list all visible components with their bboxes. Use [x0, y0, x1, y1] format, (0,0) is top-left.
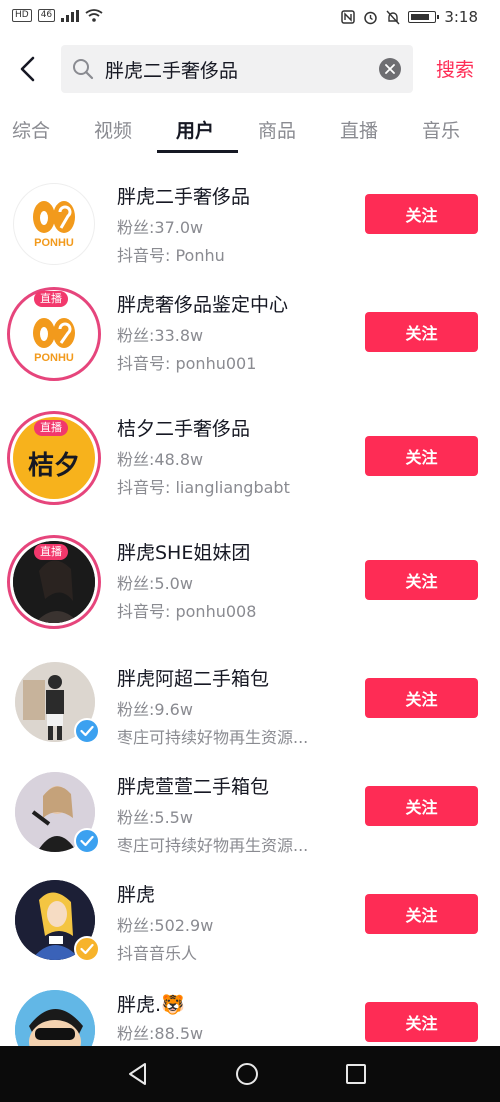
follow-button[interactable]: 关注 [365, 312, 478, 352]
tab-videos[interactable]: 视频 [94, 116, 132, 143]
check-icon [80, 725, 94, 737]
verified-badge [74, 936, 100, 962]
user-description: 枣庄可持续好物再生资源... [117, 728, 309, 747]
battery-icon [408, 11, 440, 23]
check-icon [80, 835, 94, 847]
follow-button[interactable]: 关注 [365, 786, 478, 826]
system-nav-bar [0, 1046, 500, 1102]
user-fans: 粉丝:37.0w [117, 218, 204, 237]
verified-badge [74, 828, 100, 854]
chevron-left-icon [20, 56, 35, 82]
network-badge: 46 [37, 9, 56, 22]
follow-button[interactable]: 关注 [365, 194, 478, 234]
user-name: 胖虎 [117, 884, 156, 906]
result-tabs: 综合 视频 用户 商品 直播 音乐 [0, 110, 500, 154]
search-icon [73, 59, 94, 80]
search-header: 搜索 [0, 43, 500, 95]
follow-button[interactable]: 关注 [365, 1002, 478, 1042]
back-button[interactable] [10, 51, 46, 87]
tab-live[interactable]: 直播 [340, 116, 378, 143]
circle-home-icon [236, 1063, 258, 1085]
user-fans: 粉丝:9.6w [117, 700, 193, 719]
user-name: 桔夕二手奢侈品 [117, 418, 251, 440]
tab-music[interactable]: 音乐 [422, 116, 460, 143]
clear-search-button[interactable] [379, 58, 401, 80]
user-name: 胖虎萱萱二手箱包 [117, 776, 270, 798]
user-name: 胖虎.🐯 [117, 994, 185, 1016]
user-id: 抖音号: ponhu001 [117, 354, 257, 373]
triangle-back-icon [129, 1063, 146, 1085]
user-fans: 粉丝:48.8w [117, 450, 204, 469]
user-description: 抖音音乐人 [117, 944, 198, 963]
user-name: 胖虎奢侈品鉴定中心 [117, 294, 289, 316]
tab-all[interactable]: 综合 [12, 116, 50, 143]
search-bar[interactable] [61, 45, 413, 93]
nav-recent-button[interactable] [343, 1061, 369, 1091]
user-id: 抖音号: ponhu008 [117, 602, 257, 621]
user-id: 抖音号: liangliangbabt [117, 478, 290, 497]
hd-badge: HD [12, 9, 32, 22]
alarm-icon [364, 11, 378, 24]
user-fans: 粉丝:33.8w [117, 326, 204, 345]
user-fans: 粉丝:5.0w [117, 574, 193, 593]
close-icon [385, 64, 395, 74]
wifi-icon [85, 9, 103, 22]
avatar-logo-text: PONHU [34, 237, 74, 249]
signal-icon [61, 9, 80, 22]
follow-button[interactable]: 关注 [365, 436, 478, 476]
follow-button[interactable]: 关注 [365, 678, 478, 718]
user-fans: 粉丝:88.5w [117, 1024, 204, 1043]
live-badge: 直播 [34, 420, 68, 436]
tab-users[interactable]: 用户 [176, 116, 214, 143]
nfc-icon [341, 10, 356, 24]
search-button[interactable]: 搜索 [436, 55, 474, 82]
live-badge: 直播 [34, 544, 68, 560]
user-id: 抖音号: Ponhu [117, 246, 225, 265]
nav-home-button[interactable] [234, 1061, 260, 1091]
avatar-logo-text: PONHU [34, 352, 74, 364]
verified-badge [74, 718, 100, 744]
mute-icon [386, 10, 400, 24]
nav-back-button[interactable] [125, 1061, 151, 1091]
user-name: 胖虎二手奢侈品 [117, 186, 251, 208]
user-fans: 粉丝:502.9w [117, 916, 214, 935]
follow-button[interactable]: 关注 [365, 894, 478, 934]
square-recent-icon [346, 1064, 366, 1084]
active-tab-indicator [157, 150, 238, 153]
tab-products[interactable]: 商品 [258, 116, 296, 143]
live-badge: 直播 [34, 291, 68, 307]
user-description: 枣庄可持续好物再生资源... [117, 836, 309, 855]
ponhu-logo-icon: PONHU [33, 201, 75, 249]
user-fans: 粉丝:5.5w [117, 808, 193, 827]
status-time: 3:18 [444, 8, 478, 26]
user-name: 胖虎阿超二手箱包 [117, 668, 270, 690]
check-icon [80, 943, 94, 955]
user-name: 胖虎SHE姐妹团 [117, 542, 251, 564]
avatar-logo-text: 桔夕 [27, 450, 80, 481]
status-bar: HD 46 3:18 [0, 0, 500, 36]
follow-button[interactable]: 关注 [365, 560, 478, 600]
avatar[interactable]: PONHU [13, 183, 95, 265]
search-input[interactable] [105, 45, 365, 93]
